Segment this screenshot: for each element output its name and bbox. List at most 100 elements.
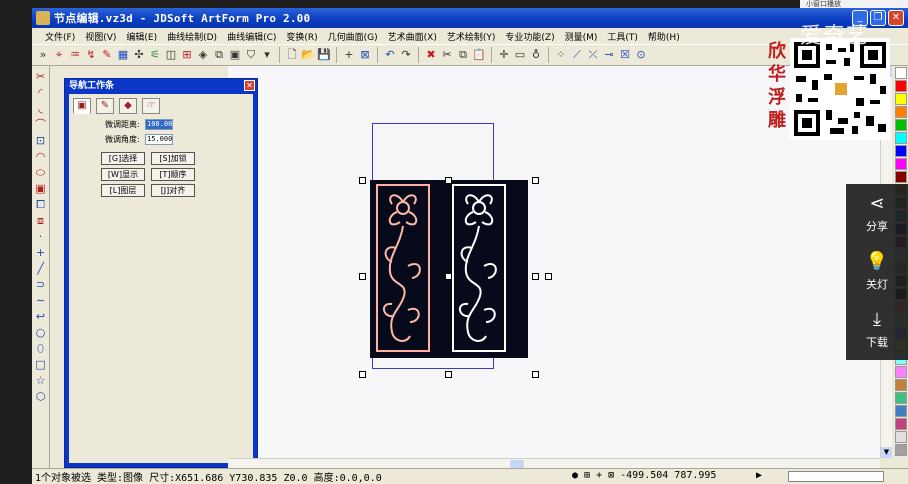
share-button[interactable]: ⋖ 分享 <box>846 184 908 242</box>
tab-edit-icon[interactable]: ✎ <box>96 98 114 114</box>
color-swatch[interactable] <box>895 405 907 417</box>
resize-handle-w[interactable] <box>359 273 366 280</box>
menu-art-surface[interactable]: 艺术曲面(X) <box>383 30 442 43</box>
grid-icon[interactable]: ▦ <box>116 48 130 62</box>
color-swatch[interactable] <box>895 106 907 118</box>
x-box-icon[interactable]: ☒ <box>618 48 632 62</box>
oval-icon[interactable]: ⬯ <box>34 342 48 355</box>
menu-file[interactable]: 文件(F) <box>40 30 80 43</box>
arc-icon[interactable]: ◜ <box>34 86 48 99</box>
layer-icon[interactable]: ◈ <box>196 48 210 62</box>
dot-icon[interactable]: · <box>34 230 48 243</box>
plus-icon[interactable]: + <box>34 246 48 259</box>
color-swatch[interactable] <box>895 379 907 391</box>
resize-handle-s[interactable] <box>445 371 452 378</box>
cross-line-icon[interactable]: ⤫ <box>586 48 600 62</box>
circle-target-icon[interactable]: ⊙ <box>634 48 648 62</box>
ruler-icon[interactable]: ⊞ <box>584 470 590 481</box>
color-swatch[interactable] <box>895 431 907 443</box>
layer-button[interactable]: [L]图层 <box>101 184 145 197</box>
dots-icon[interactable]: ⁘ <box>554 48 568 62</box>
record-icon[interactable]: ● <box>572 470 578 481</box>
move-icon[interactable]: ✛ <box>497 48 511 62</box>
line-icon[interactable]: ╱ <box>34 262 48 275</box>
color-swatch[interactable] <box>895 93 907 105</box>
resize-handle-se[interactable] <box>532 371 539 378</box>
color-swatch[interactable] <box>895 145 907 157</box>
color-swatch[interactable] <box>895 67 907 79</box>
light-icon[interactable]: ♁ <box>529 48 543 62</box>
align-button[interactable]: [J]对齐 <box>151 184 195 197</box>
order-button[interactable]: [T]顺序 <box>151 168 195 181</box>
clip-icon[interactable]: ⧉ <box>212 48 226 62</box>
crosshair-status-icon[interactable]: + <box>596 470 602 481</box>
resize-handle-nw[interactable] <box>359 177 366 184</box>
resize-handle-e2[interactable] <box>545 273 552 280</box>
nav-panel-close-icon[interactable]: ✕ <box>244 80 255 91</box>
polygon-icon[interactable]: ⬡ <box>34 390 48 403</box>
scroll-down-icon[interactable]: ▼ <box>881 447 892 458</box>
layers-icon[interactable]: ⧈ <box>34 214 48 227</box>
cut-icon[interactable]: ✂ <box>440 48 454 62</box>
redo-icon[interactable]: ↷ <box>399 48 413 62</box>
menu-edit[interactable]: 编辑(E) <box>121 30 162 43</box>
ellipse-icon[interactable]: ⬭ <box>34 166 48 179</box>
bezier-icon[interactable]: ↯ <box>84 48 98 62</box>
select-button[interactable]: [G]选择 <box>101 152 145 165</box>
color-swatch[interactable] <box>895 119 907 131</box>
color-swatch[interactable] <box>895 80 907 92</box>
color-swatch[interactable] <box>895 132 907 144</box>
resize-handle-e[interactable] <box>532 273 539 280</box>
curve-icon[interactable]: ⌒ <box>34 118 48 131</box>
scissors-icon[interactable]: ✂ <box>34 70 48 83</box>
save-icon[interactable]: 💾 <box>317 48 331 62</box>
group-icon[interactable]: ▣ <box>228 48 242 62</box>
resize-handle-sw[interactable] <box>359 371 366 378</box>
align-icon[interactable]: ⚟ <box>148 48 162 62</box>
color-swatch[interactable] <box>895 418 907 430</box>
display-button[interactable]: [W]显示 <box>101 168 145 181</box>
zoom-status-icon[interactable]: ⊠ <box>608 470 614 481</box>
menu-view[interactable]: 视图(V) <box>80 30 121 43</box>
color-swatch[interactable] <box>895 366 907 378</box>
line-angle-icon[interactable]: ⟋ <box>570 48 584 62</box>
open-file-icon[interactable]: 📂 <box>301 48 315 62</box>
relief-image[interactable] <box>370 180 528 358</box>
horizontal-scrollbar[interactable] <box>228 458 880 468</box>
offset-icon[interactable]: ⧠ <box>34 198 48 211</box>
wave-icon[interactable]: ∼ <box>34 294 48 307</box>
color-swatch[interactable] <box>895 444 907 456</box>
menu-curve-edit[interactable]: 曲线编辑(C) <box>222 30 281 43</box>
nudge-angle-input[interactable]: 15.000 <box>145 134 173 145</box>
download-button[interactable]: ⤓ 下载 <box>846 300 908 358</box>
array-icon[interactable]: ⊞ <box>180 48 194 62</box>
arc-alt-icon[interactable]: ◟ <box>34 102 48 115</box>
color-swatch[interactable] <box>895 171 907 183</box>
menu-geometry-surface[interactable]: 几何曲面(G) <box>323 30 383 43</box>
menu-transform[interactable]: 变换(R) <box>281 30 322 43</box>
view-icon[interactable]: ▭ <box>513 48 527 62</box>
color-swatch[interactable] <box>895 158 907 170</box>
menu-art-draw[interactable]: 艺术绘制(Y) <box>442 30 501 43</box>
menu-curve-draw[interactable]: 曲线绘制(D) <box>162 30 222 43</box>
menu-measure[interactable]: 测量(M) <box>560 30 603 43</box>
rectangle-icon[interactable]: ▣ <box>34 182 48 195</box>
paste-icon[interactable]: 📋 <box>472 48 486 62</box>
color-swatch[interactable] <box>895 392 907 404</box>
undo-icon[interactable]: ↶ <box>383 48 397 62</box>
shield-icon[interactable]: ⛉ <box>244 48 258 62</box>
play-icon[interactable]: ▶ <box>756 470 762 481</box>
zoom-box-icon[interactable]: ⊠ <box>358 48 372 62</box>
snap-icon[interactable]: ✣ <box>132 48 146 62</box>
pen-icon[interactable]: ✎ <box>100 48 114 62</box>
square-icon[interactable]: □ <box>34 358 48 371</box>
tab-hand-icon[interactable]: ☞ <box>142 98 160 114</box>
polyline-icon[interactable]: ⊃ <box>34 278 48 291</box>
tab-eraser-icon[interactable]: ◆ <box>119 98 137 114</box>
resize-handle-n[interactable] <box>445 177 452 184</box>
mini-window-tab[interactable]: 小窗口播放 <box>800 0 908 8</box>
menu-pro-functions[interactable]: 专业功能(Z) <box>500 30 559 43</box>
menu-help[interactable]: 帮助(H) <box>643 30 685 43</box>
copy-icon[interactable]: ⧉ <box>456 48 470 62</box>
node-edit-icon[interactable]: ⌖ <box>52 48 66 62</box>
